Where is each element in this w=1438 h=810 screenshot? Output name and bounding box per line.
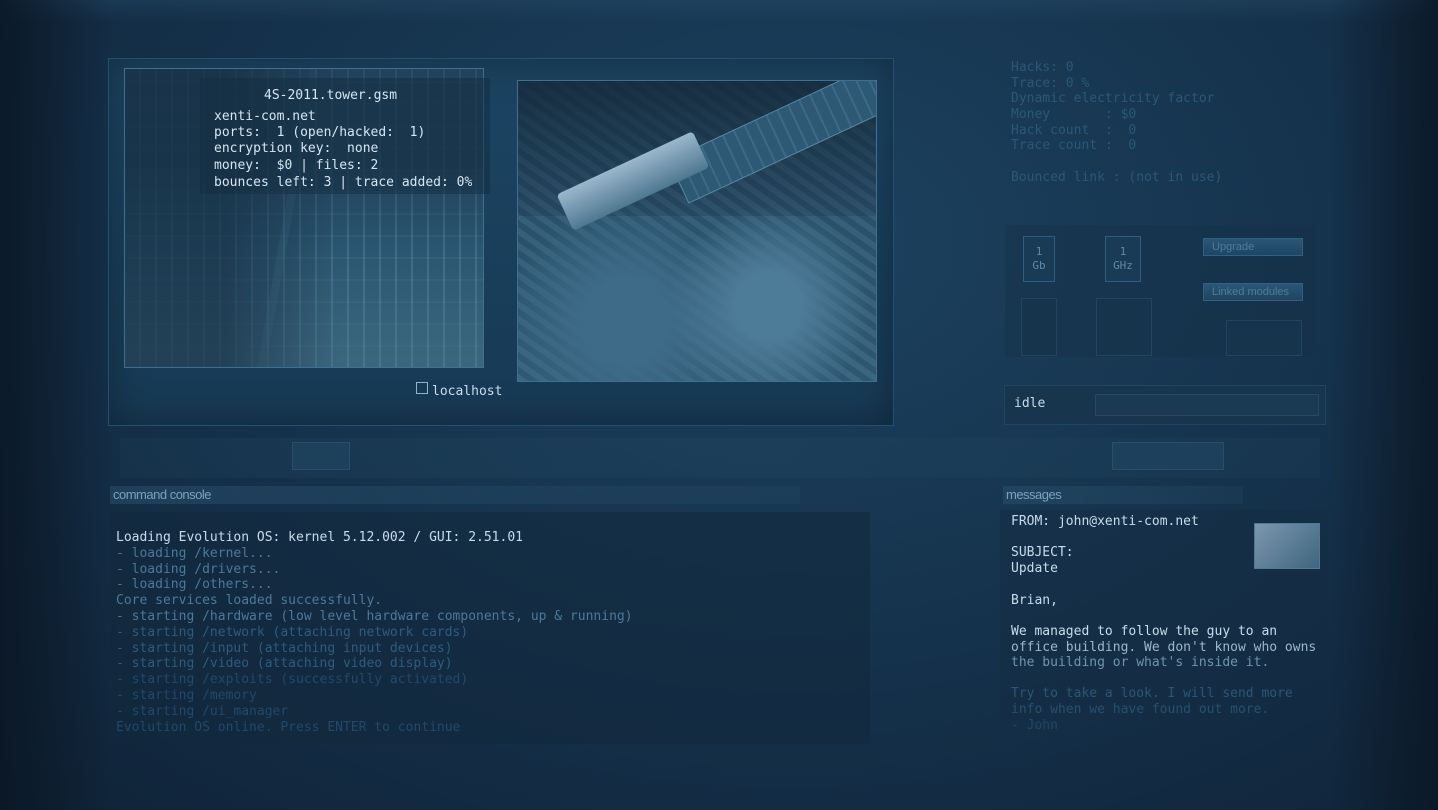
console-header: command console: [113, 487, 212, 502]
stat-line: Bounced link : (not in use): [1011, 170, 1223, 185]
ram-value: 1: [1035, 245, 1043, 258]
divider-tab[interactable]: [1112, 442, 1224, 470]
cpu-chip-icon[interactable]: 1 GHz: [1105, 236, 1141, 282]
message-body: - John: [1011, 718, 1058, 733]
host-ports: ports: 1 (open/hacked: 1): [214, 125, 426, 140]
hardware-slot[interactable]: [1096, 298, 1152, 356]
console-line: - loading /kernel...: [116, 545, 273, 561]
console-line: - starting /hardware (low level hardware…: [116, 609, 633, 624]
ram-unit: Gb: [1032, 259, 1046, 272]
divider-tab[interactable]: [292, 442, 350, 470]
console-line: - starting /memory: [116, 688, 257, 703]
stat-line: Dynamic electricity factor: [1011, 91, 1215, 106]
host-money-files: money: $0 | files: 2: [214, 158, 379, 173]
console-line: - starting /network (attaching network c…: [116, 624, 469, 640]
sender-avatar: [1254, 523, 1320, 569]
stat-line: Trace: 0 %: [1011, 76, 1090, 91]
console-line: - starting /ui_manager: [116, 703, 289, 719]
host-bounces: bounces left: 3 | trace added: 0%: [214, 175, 473, 190]
top-bar: [0, 0, 1438, 22]
cpu-unit: GHz: [1113, 259, 1133, 272]
stat-line: Hacks: 0: [1011, 60, 1074, 75]
console-line: Loading Evolution OS: kernel 5.12.002 / …: [116, 530, 523, 545]
localhost-label[interactable]: localhost: [432, 384, 502, 399]
ram-chip-icon[interactable]: 1 Gb: [1023, 236, 1055, 282]
localhost-checkbox[interactable]: [416, 382, 428, 394]
satellite-photo[interactable]: [517, 80, 877, 382]
message-subject-label: SUBJECT:: [1011, 545, 1074, 560]
console-header-bar: [110, 486, 800, 504]
stat-line: Money : $0: [1011, 107, 1137, 122]
status-label: idle: [1014, 396, 1046, 411]
stat-line: Trace count : 0: [1011, 138, 1137, 153]
console-line: - starting /video (attaching video displ…: [116, 656, 453, 672]
message-body: We managed to follow the guy to an: [1011, 624, 1278, 639]
console-line: - starting /exploits (successfully activ…: [116, 672, 469, 688]
console-line: Core services loaded successfully.: [116, 593, 383, 609]
stat-line: Hack count : 0: [1011, 123, 1137, 138]
host-domain: xenti-com.net: [214, 109, 316, 124]
hardware-slot[interactable]: [1226, 320, 1302, 356]
message-subject: Update: [1011, 561, 1058, 576]
message-from: FROM: john@xenti-com.net: [1011, 514, 1199, 529]
console-line: Evolution OS online. Press ENTER to cont…: [116, 719, 461, 735]
cpu-value: 1: [1119, 245, 1127, 258]
message-body: office building. We don't know who owns: [1011, 640, 1317, 655]
progress-bar: [1095, 394, 1319, 416]
console-line: - loading /others...: [116, 577, 273, 593]
hardware-slot[interactable]: [1021, 298, 1057, 356]
message-body: info when we have found out more.: [1011, 702, 1270, 717]
host-name[interactable]: 4S-2011.tower.gsm: [264, 88, 397, 103]
message-body: the building or what's inside it.: [1011, 655, 1270, 670]
host-encryption: encryption key: none: [214, 141, 379, 156]
upgrade-button[interactable]: Upgrade: [1203, 238, 1303, 256]
message-body: Try to take a look. I will send more: [1011, 686, 1293, 701]
console-line: - starting /input (attaching input devic…: [116, 640, 453, 656]
message-greeting: Brian,: [1011, 593, 1058, 608]
console-line: - loading /drivers...: [116, 561, 281, 577]
messages-header: messages: [1006, 487, 1062, 502]
linked-modules-button[interactable]: Linked modules: [1203, 283, 1303, 301]
